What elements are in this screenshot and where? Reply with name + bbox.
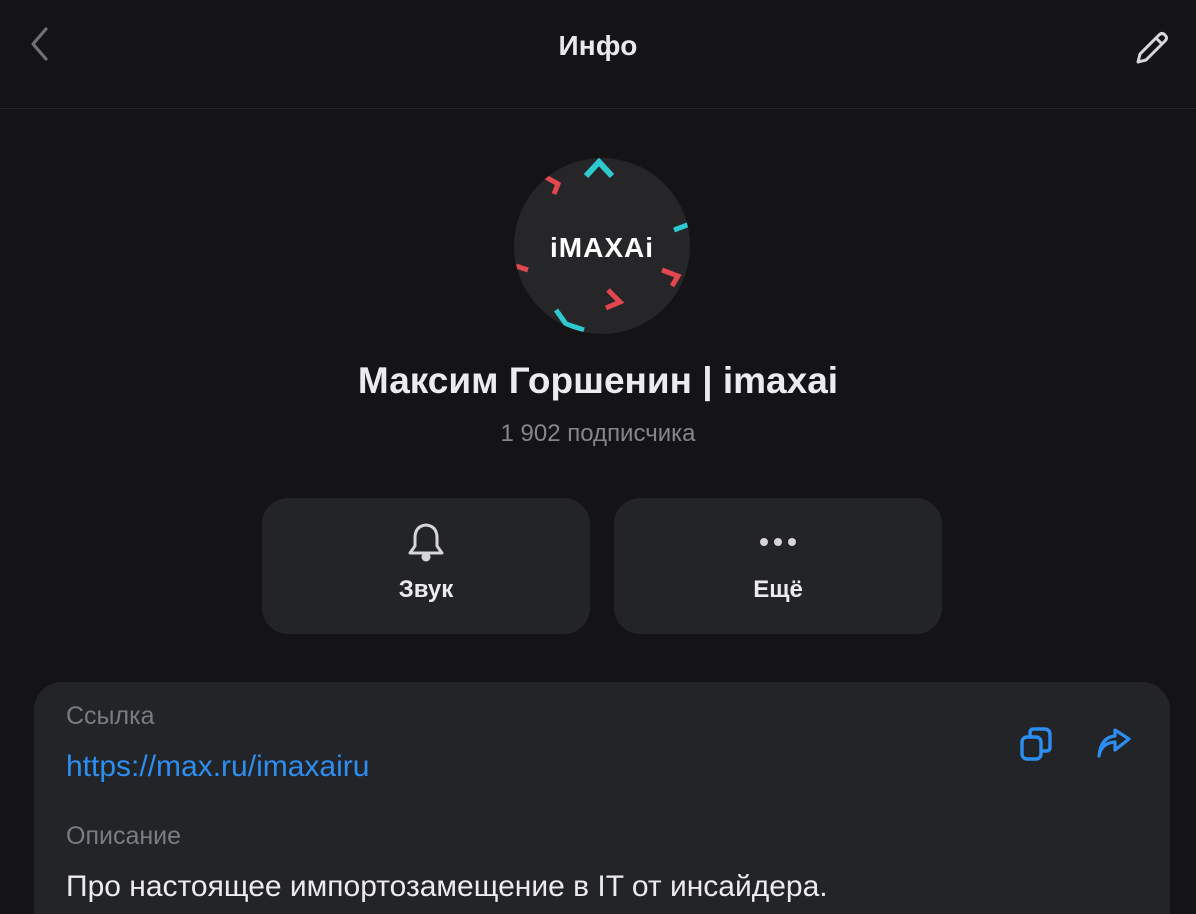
more-button[interactable]: Ещё [614,498,942,634]
copy-icon[interactable] [1014,722,1058,766]
description-text: Про настоящее импортозамещение в IT от и… [66,870,828,903]
edit-button[interactable] [1130,28,1174,72]
svg-text:iMAXAi: iMAXAi [550,232,654,263]
channel-name: Максим Горшенин | imaxai [357,360,839,401]
avatar[interactable]: iMAXAi [514,158,690,334]
channel-link[interactable]: https://max.ru/imaxairu [66,750,369,784]
more-dots-icon [758,520,798,564]
imaxai-logo: iMAXAi [515,158,690,333]
share-icon[interactable] [1092,722,1136,766]
bell-icon [406,520,446,564]
sound-label: Звук [398,576,454,603]
pencil-icon [1132,28,1172,73]
link-caption: Ссылка [66,702,155,730]
header: Инфо [0,0,1196,109]
description-caption: Описание [66,822,182,850]
subscriber-count: 1 902 подписчика [500,420,696,447]
info-card: Ссылка https://max.ru/imaxairu Описание … [34,682,1170,914]
more-label: Ещё [753,576,803,603]
sound-button[interactable]: Звук [262,498,590,634]
page-title: Инфо [558,30,638,61]
channel-info-page: Инфо iMAXAi Максим Горшенин | imaxai 1 9… [0,0,1196,914]
